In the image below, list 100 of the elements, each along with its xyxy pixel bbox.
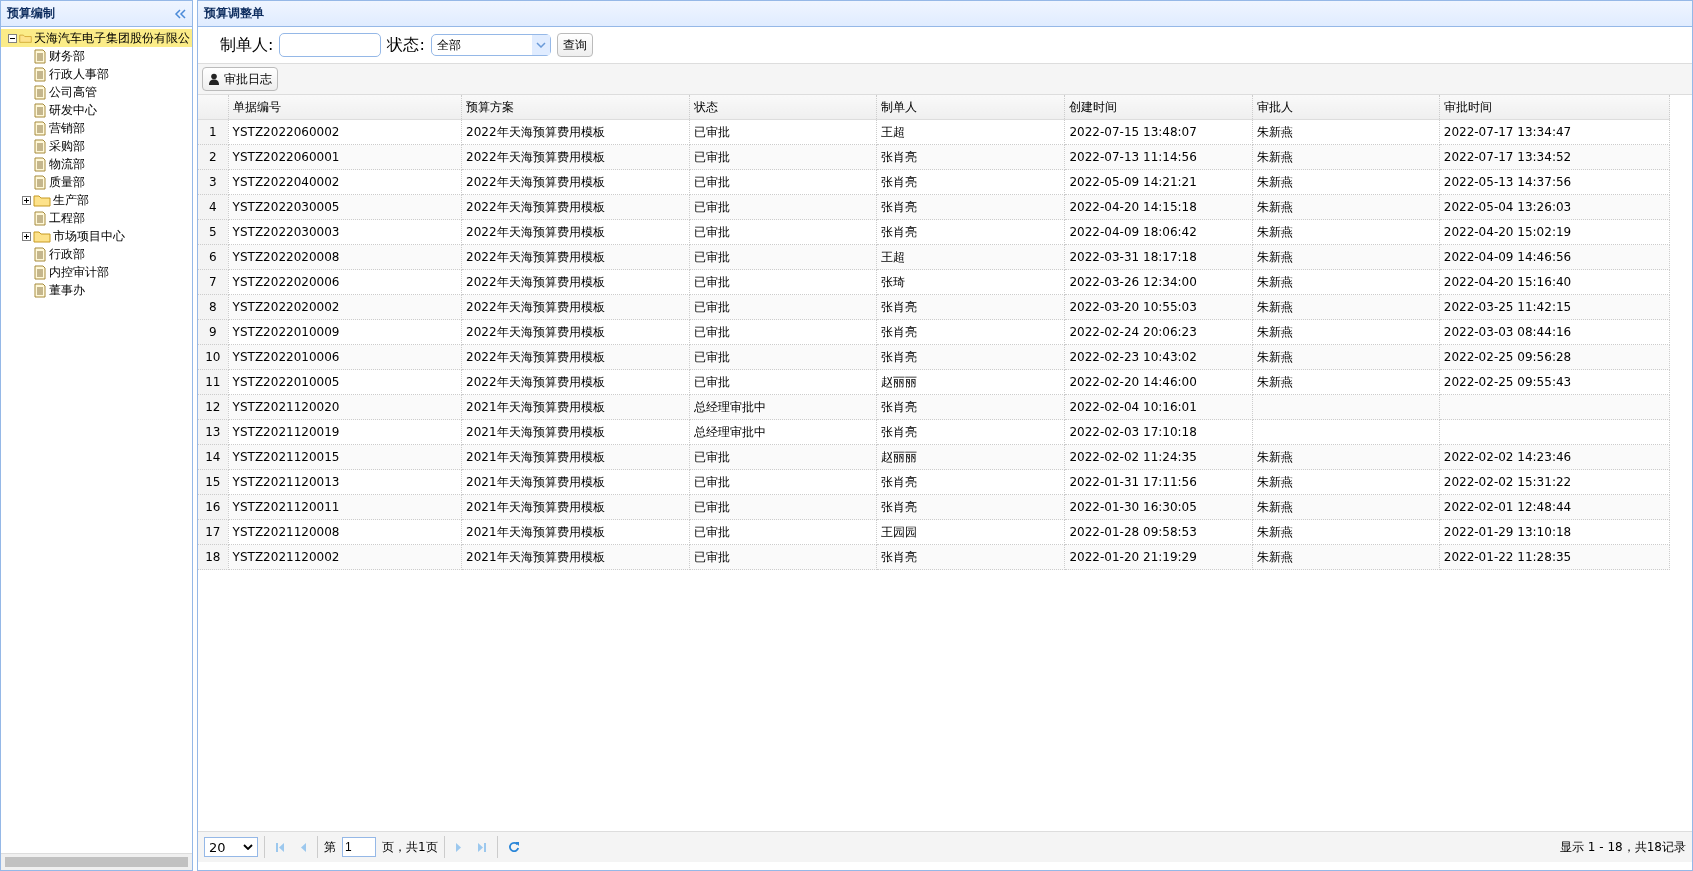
tree-item[interactable]: 行政部 — [1, 245, 192, 263]
row-number: 6 — [198, 244, 229, 270]
table-cell: 朱新燕 — [1252, 119, 1440, 145]
column-header[interactable]: 状态 — [689, 95, 877, 120]
tree-item[interactable]: 质量部 — [1, 173, 192, 191]
table-cell: 张肖亮 — [876, 469, 1065, 495]
record-summary: 显示 1 - 18，共18记录 — [1560, 838, 1686, 856]
table-cell: 赵丽丽 — [876, 444, 1065, 470]
table-cell: 已审批 — [689, 319, 877, 345]
table-cell: YSTZ2022060002 — [228, 119, 462, 145]
table-cell: 2021年天海预算费用模板 — [461, 444, 690, 470]
row-number: 3 — [198, 169, 229, 195]
table-cell: 已审批 — [689, 219, 877, 245]
column-header[interactable]: 预算方案 — [461, 95, 690, 120]
document-icon — [33, 48, 47, 64]
table-cell: YSTZ2022010006 — [228, 344, 462, 370]
table-cell: 已审批 — [689, 444, 877, 470]
table-cell: 2022-07-15 13:48:07 — [1064, 119, 1253, 145]
approval-log-button[interactable]: 审批日志 — [202, 67, 278, 91]
collapse-icon[interactable] — [7, 33, 17, 43]
tree-item[interactable]: 物流部 — [1, 155, 192, 173]
column-header[interactable]: 单据编号 — [228, 95, 462, 120]
table-cell: 2022-05-04 13:26:03 — [1439, 194, 1670, 220]
tree-item[interactable]: 营销部 — [1, 119, 192, 137]
row-number: 4 — [198, 194, 229, 220]
page-suffix: 页，共1页 — [382, 838, 438, 856]
table-cell: 2022-04-20 15:16:40 — [1439, 269, 1670, 295]
page-input[interactable]: 1 — [342, 837, 376, 857]
table-cell: 2022-02-23 10:43:02 — [1064, 344, 1253, 370]
row-number: 17 — [198, 519, 229, 545]
expand-icon[interactable] — [21, 195, 31, 205]
row-number: 8 — [198, 294, 229, 320]
table-cell: 总经理审批中 — [689, 394, 877, 420]
table-cell: 张肖亮 — [876, 144, 1065, 170]
maker-input[interactable] — [279, 33, 382, 57]
table-cell: YSTZ2021120015 — [228, 444, 462, 470]
table-cell: 张肖亮 — [876, 394, 1065, 420]
chevron-down-icon[interactable] — [243, 844, 253, 850]
table-cell: 朱新燕 — [1252, 469, 1440, 495]
tree-item[interactable]: 工程部 — [1, 209, 192, 227]
query-button[interactable]: 查询 — [556, 33, 593, 57]
table-cell: 2022-02-25 09:56:28 — [1439, 344, 1670, 370]
table-cell: 已审批 — [689, 144, 877, 170]
table-cell: YSTZ2021120008 — [228, 519, 462, 545]
table-cell: 赵丽丽 — [876, 369, 1065, 395]
tree-item[interactable]: 市场项目中心 — [1, 227, 192, 245]
column-header[interactable]: 审批时间 — [1439, 95, 1670, 120]
document-icon — [33, 210, 47, 226]
table-cell: 已审批 — [689, 344, 877, 370]
table-cell: 2021年天海预算费用模板 — [461, 519, 690, 545]
table-cell: YSTZ2022030005 — [228, 194, 462, 220]
horizontal-scrollbar[interactable] — [1, 853, 192, 870]
tree-item[interactable]: 内控审计部 — [1, 263, 192, 281]
tree-item[interactable]: 研发中心 — [1, 101, 192, 119]
table-cell: 2021年天海预算费用模板 — [461, 494, 690, 520]
tree-item[interactable]: 财务部 — [1, 47, 192, 65]
table-cell: 2022年天海预算费用模板 — [461, 294, 690, 320]
tree-item[interactable]: 行政人事部 — [1, 65, 192, 83]
document-icon — [33, 282, 47, 298]
row-number: 15 — [198, 469, 229, 495]
document-icon — [33, 138, 47, 154]
table-cell: 朱新燕 — [1252, 269, 1440, 295]
table-cell: YSTZ2022020002 — [228, 294, 462, 320]
column-header[interactable]: 审批人 — [1252, 95, 1440, 120]
table-cell: 2022-07-17 13:34:47 — [1439, 119, 1670, 145]
table-cell: YSTZ2022020008 — [228, 244, 462, 270]
row-number: 14 — [198, 444, 229, 470]
table-cell: 已审批 — [689, 119, 877, 145]
status-dropdown[interactable]: 全部 — [430, 34, 551, 56]
table-cell: 2022年天海预算费用模板 — [461, 319, 690, 345]
table-cell: 2022-02-02 11:24:35 — [1064, 444, 1253, 470]
tree-item[interactable]: 董事办 — [1, 281, 192, 299]
table-cell: 2022-01-30 16:30:05 — [1064, 494, 1253, 520]
tree-item[interactable]: 生产部 — [1, 191, 192, 209]
sidebar-title: 预算编制 — [7, 5, 55, 22]
table-cell: 2022-04-09 14:46:56 — [1439, 244, 1670, 270]
table-cell: 张肖亮 — [876, 219, 1065, 245]
header-cell — [198, 95, 229, 120]
column-header[interactable]: 制单人 — [876, 95, 1065, 120]
table-cell: 2022年天海预算费用模板 — [461, 244, 690, 270]
table-cell: 朱新燕 — [1252, 344, 1440, 370]
table-cell: 2022-01-28 09:58:53 — [1064, 519, 1253, 545]
page-size-select[interactable]: 20 — [204, 837, 258, 857]
row-number: 13 — [198, 419, 229, 445]
folder-icon — [33, 193, 51, 207]
expand-icon[interactable] — [21, 231, 31, 241]
row-number: 11 — [198, 369, 229, 395]
tree-item[interactable]: 公司高管 — [1, 83, 192, 101]
table-cell: 已审批 — [689, 294, 877, 320]
tree-item[interactable]: 天海汽车电子集团股份有限公 — [1, 29, 192, 47]
table-cell: YSTZ2021120020 — [228, 394, 462, 420]
table-cell: 已审批 — [689, 544, 877, 570]
tree-item[interactable]: 采购部 — [1, 137, 192, 155]
table-cell: 王超 — [876, 244, 1065, 270]
table-cell: 朱新燕 — [1252, 169, 1440, 195]
table-cell: 王超 — [876, 119, 1065, 145]
user-icon — [208, 73, 220, 85]
table-cell: 张肖亮 — [876, 319, 1065, 345]
table-cell: 朱新燕 — [1252, 494, 1440, 520]
column-header[interactable]: 创建时间 — [1064, 95, 1253, 120]
